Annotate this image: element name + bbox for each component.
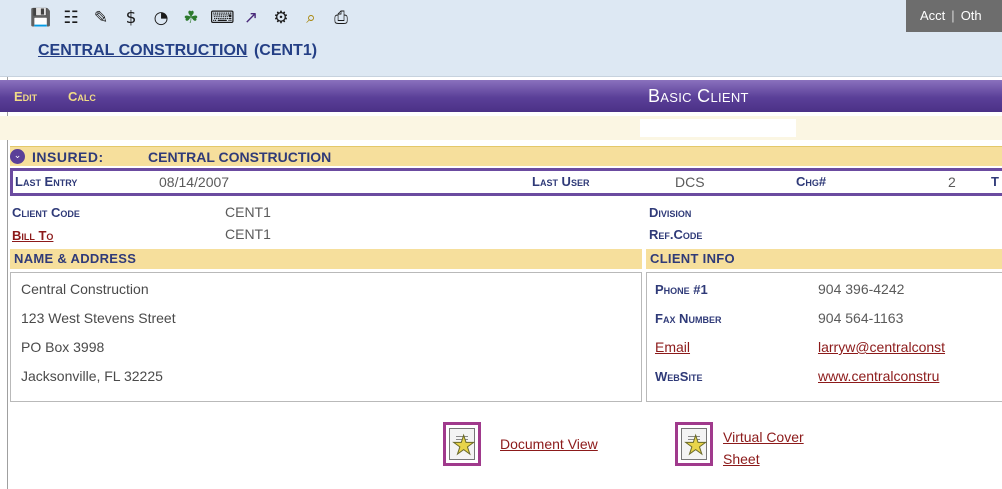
name-address-title: NAME & ADDRESS	[14, 251, 137, 266]
toolbar-icons: 💾 ☷ ✎ $ ◔ ☘ ⌨ ↗ ⚙ ⌕ ⎙	[30, 7, 352, 29]
client-info-box: Phone #1 904 396-4242 Fax Number 904 564…	[646, 272, 1002, 402]
last-entry-label: Last Entry	[15, 174, 78, 189]
folder-search-icon[interactable]: ⌕	[300, 7, 322, 29]
address-line: Central Construction	[21, 281, 149, 297]
logon-icon[interactable]: ↗	[240, 7, 262, 29]
last-user-value: DCS	[675, 174, 705, 190]
nav-separator: |	[951, 8, 955, 23]
address-box: Central Construction 123 West Stevens St…	[10, 272, 642, 402]
save-icon[interactable]: 💾	[30, 7, 52, 29]
workflow-icon[interactable]: ⚙	[270, 7, 292, 29]
calc-menu[interactable]: Calc	[68, 89, 96, 104]
document-view-icon[interactable]: ★	[443, 422, 481, 466]
insured-label: INSURED:	[32, 149, 104, 165]
website-label: WebSite	[655, 369, 703, 384]
name-address-header: NAME & ADDRESS	[10, 249, 642, 269]
chg-value: 2	[948, 174, 956, 190]
fax-value: 904 564-1163	[818, 310, 904, 326]
address-line: PO Box 3998	[21, 339, 105, 355]
menu-bar: Edit Calc Basic Client	[0, 80, 1002, 112]
message-field	[640, 119, 796, 137]
client-code-label: Client Code	[12, 205, 80, 220]
message-strip	[0, 116, 1002, 140]
client-code-value: CENT1	[225, 204, 271, 220]
edit-notes-icon[interactable]: ✎	[90, 7, 112, 29]
ref-code-label: Ref.Code	[649, 227, 703, 242]
phone-label: Phone #1	[655, 282, 708, 297]
star-icon: ★	[451, 431, 476, 461]
last-user-label: Last User	[532, 174, 590, 189]
chevron-down-icon[interactable]: ⌄	[10, 149, 25, 164]
acct-link[interactable]: Acct	[920, 8, 945, 23]
other-link[interactable]: Oth	[961, 8, 982, 23]
client-title: CENTRAL CONSTRUCTION (CENT1)	[38, 42, 317, 60]
last-entry-row: Last Entry 08/14/2007 Last User DCS Chg#…	[10, 168, 1002, 196]
bill-to-value: CENT1	[225, 226, 271, 242]
network-icon[interactable]: ☘	[180, 7, 202, 29]
virtual-cover-sheet-icon[interactable]: ★	[675, 422, 713, 466]
truncated-label: T	[991, 174, 999, 189]
bill-to-link[interactable]: Bill To	[12, 228, 53, 243]
client-name-link[interactable]: CENTRAL CONSTRUCTION	[38, 42, 247, 59]
dollar-icon[interactable]: $	[120, 7, 142, 29]
keyboard-icon[interactable]: ⌨	[210, 7, 235, 29]
tree-icon[interactable]: ☷	[60, 7, 82, 29]
client-info-title: CLIENT INFO	[650, 251, 735, 266]
last-entry-value: 08/14/2007	[159, 174, 230, 190]
address-line: 123 West Stevens Street	[21, 310, 176, 326]
virtual-cover-link-line1[interactable]: Virtual Cover	[723, 429, 804, 445]
address-line: Jacksonville, FL 32225	[21, 368, 163, 384]
star-icon: ★	[683, 431, 708, 461]
phone-value: 904 396-4242	[818, 281, 905, 297]
client-info-header: CLIENT INFO	[646, 249, 1002, 269]
printer-icon[interactable]: ⎙	[330, 7, 352, 29]
clock-icon[interactable]: ◔	[150, 7, 172, 29]
client-code: (CENT1)	[253, 42, 318, 59]
virtual-cover-link-line2[interactable]: Sheet	[723, 451, 760, 467]
email-address-link[interactable]: larryw@centralconst	[818, 339, 945, 355]
page-title: Basic Client	[648, 86, 749, 106]
email-link[interactable]: Email	[655, 339, 690, 355]
website-link[interactable]: www.centralconstru	[818, 368, 939, 384]
account-nav: Acct | Oth	[906, 0, 1002, 32]
insured-value: CENTRAL CONSTRUCTION	[148, 149, 332, 165]
chg-label: Chg#	[796, 174, 827, 189]
division-label: Division	[649, 205, 692, 220]
top-toolbar: 💾 ☷ ✎ $ ◔ ☘ ⌨ ↗ ⚙ ⌕ ⎙ Acct | Oth CENTRAL C…	[0, 0, 1002, 77]
insured-header[interactable]: ⌄ INSURED: CENTRAL CONSTRUCTION	[10, 146, 1002, 166]
edit-menu[interactable]: Edit	[14, 89, 37, 104]
fax-label: Fax Number	[655, 311, 722, 326]
document-view-link[interactable]: Document View	[500, 436, 598, 452]
